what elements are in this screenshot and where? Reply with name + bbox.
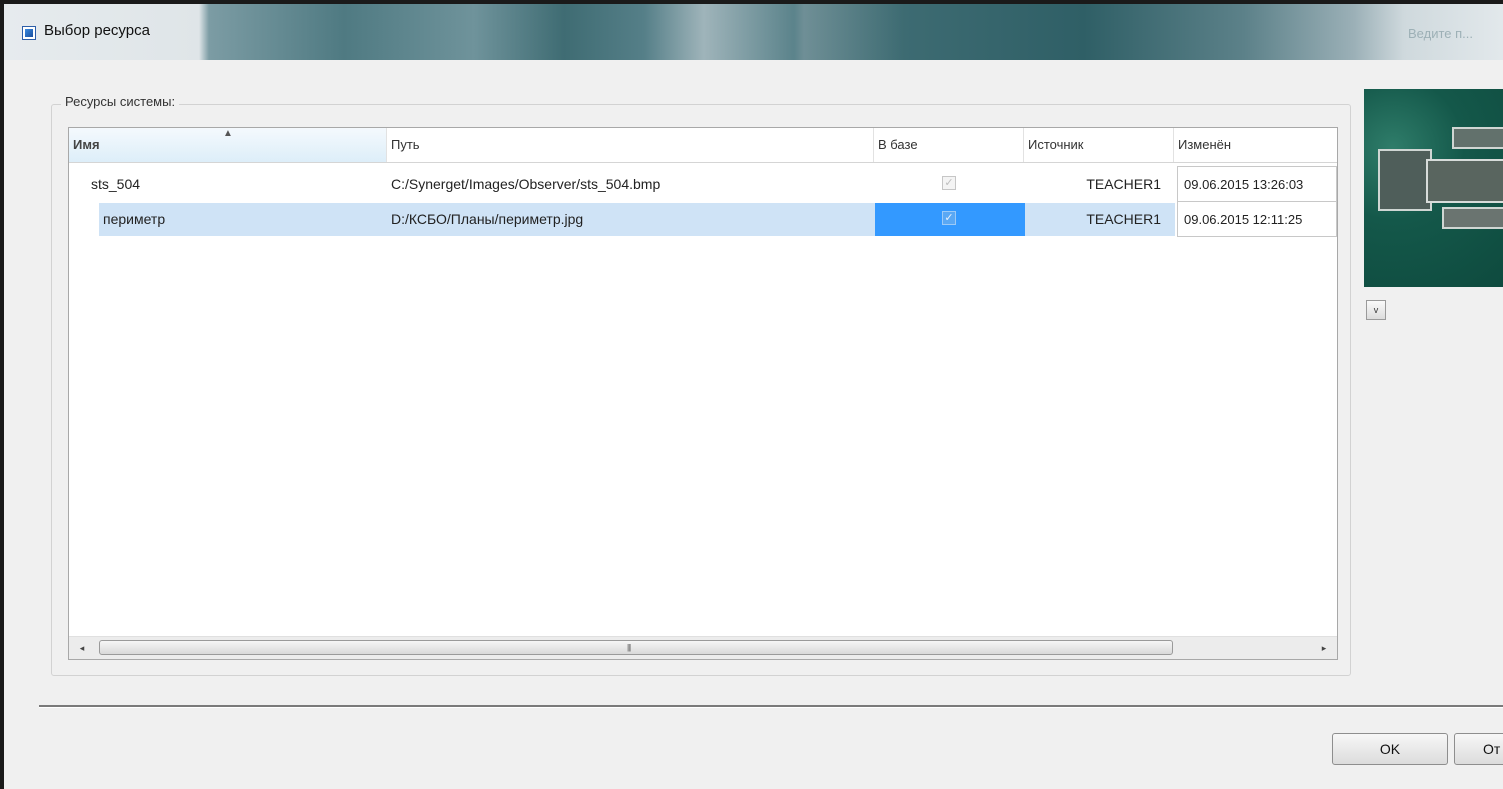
cell-source: TEACHER1 xyxy=(1086,211,1161,227)
ok-button[interactable]: OK xyxy=(1332,733,1448,765)
preview-plan-shape xyxy=(1442,207,1503,229)
resources-list[interactable]: Имя ▲ Путь В базе Источник Изменён sts_5… xyxy=(68,127,1338,660)
column-header-path-label: Путь xyxy=(391,137,420,152)
column-header-modified-label: Изменён xyxy=(1178,137,1232,152)
cell-name: sts_504 xyxy=(91,176,141,192)
column-header-in-db[interactable]: В базе xyxy=(874,128,1024,162)
table-row[interactable]: sts_504 C:/Synerget/Images/Observer/sts_… xyxy=(69,166,1337,202)
checkbox-checked-icon[interactable]: ✓ xyxy=(942,211,956,225)
checkbox-checked-icon[interactable]: ✓ xyxy=(942,176,956,190)
scrollbar-thumb[interactable]: ||| xyxy=(99,640,1173,655)
window-title: Выбор ресурса xyxy=(44,22,150,39)
scrollbar-grip-icon: ||| xyxy=(627,643,631,652)
scroll-left-icon[interactable]: ◂ xyxy=(71,637,93,659)
resource-preview-image xyxy=(1364,89,1503,287)
column-header-modified[interactable]: Изменён xyxy=(1174,128,1337,162)
app-window-icon xyxy=(22,26,36,40)
title-bar[interactable]: Выбор ресурса Ведите п... xyxy=(4,4,1503,60)
cell-modified: 09.06.2015 12:11:25 xyxy=(1177,201,1337,237)
column-header-source-label: Источник xyxy=(1028,137,1084,152)
title-bar-faded-text: Ведите п... xyxy=(1408,26,1473,41)
column-header-source[interactable]: Источник xyxy=(1024,128,1174,162)
column-header-name-label: Имя xyxy=(73,137,100,152)
preview-plan-shape xyxy=(1378,149,1432,211)
column-header-name[interactable]: Имя ▲ xyxy=(69,128,387,162)
cell-path: D:/КСБО/Планы/периметр.jpg xyxy=(391,211,584,227)
preview-expand-button[interactable]: v xyxy=(1366,300,1386,320)
list-header: Имя ▲ Путь В базе Источник Изменён xyxy=(69,128,1337,163)
cell-source: TEACHER1 xyxy=(1086,176,1161,192)
system-resources-label: Ресурсы системы: xyxy=(61,94,180,109)
cancel-button[interactable]: От xyxy=(1454,733,1503,765)
cell-modified: 09.06.2015 13:26:03 xyxy=(1177,166,1337,202)
column-header-path[interactable]: Путь xyxy=(387,128,874,162)
scroll-right-icon[interactable]: ▸ xyxy=(1313,637,1335,659)
preview-plan-shape xyxy=(1426,159,1503,203)
footer-separator xyxy=(39,705,1503,708)
cell-name: периметр xyxy=(103,211,166,227)
sort-ascending-icon: ▲ xyxy=(223,128,233,139)
preview-plan-shape xyxy=(1452,127,1503,149)
cell-path: C:/Synerget/Images/Observer/sts_504.bmp xyxy=(391,176,661,192)
horizontal-scrollbar[interactable]: ◂ ||| ▸ xyxy=(69,636,1337,659)
resource-selection-dialog: Выбор ресурса Ведите п... Ресурсы систем… xyxy=(0,0,1503,789)
column-header-in-db-label: В базе xyxy=(878,137,918,152)
table-row-selected[interactable]: периметр D:/КСБО/Планы/периметр.jpg ✓ TE… xyxy=(69,201,1337,237)
